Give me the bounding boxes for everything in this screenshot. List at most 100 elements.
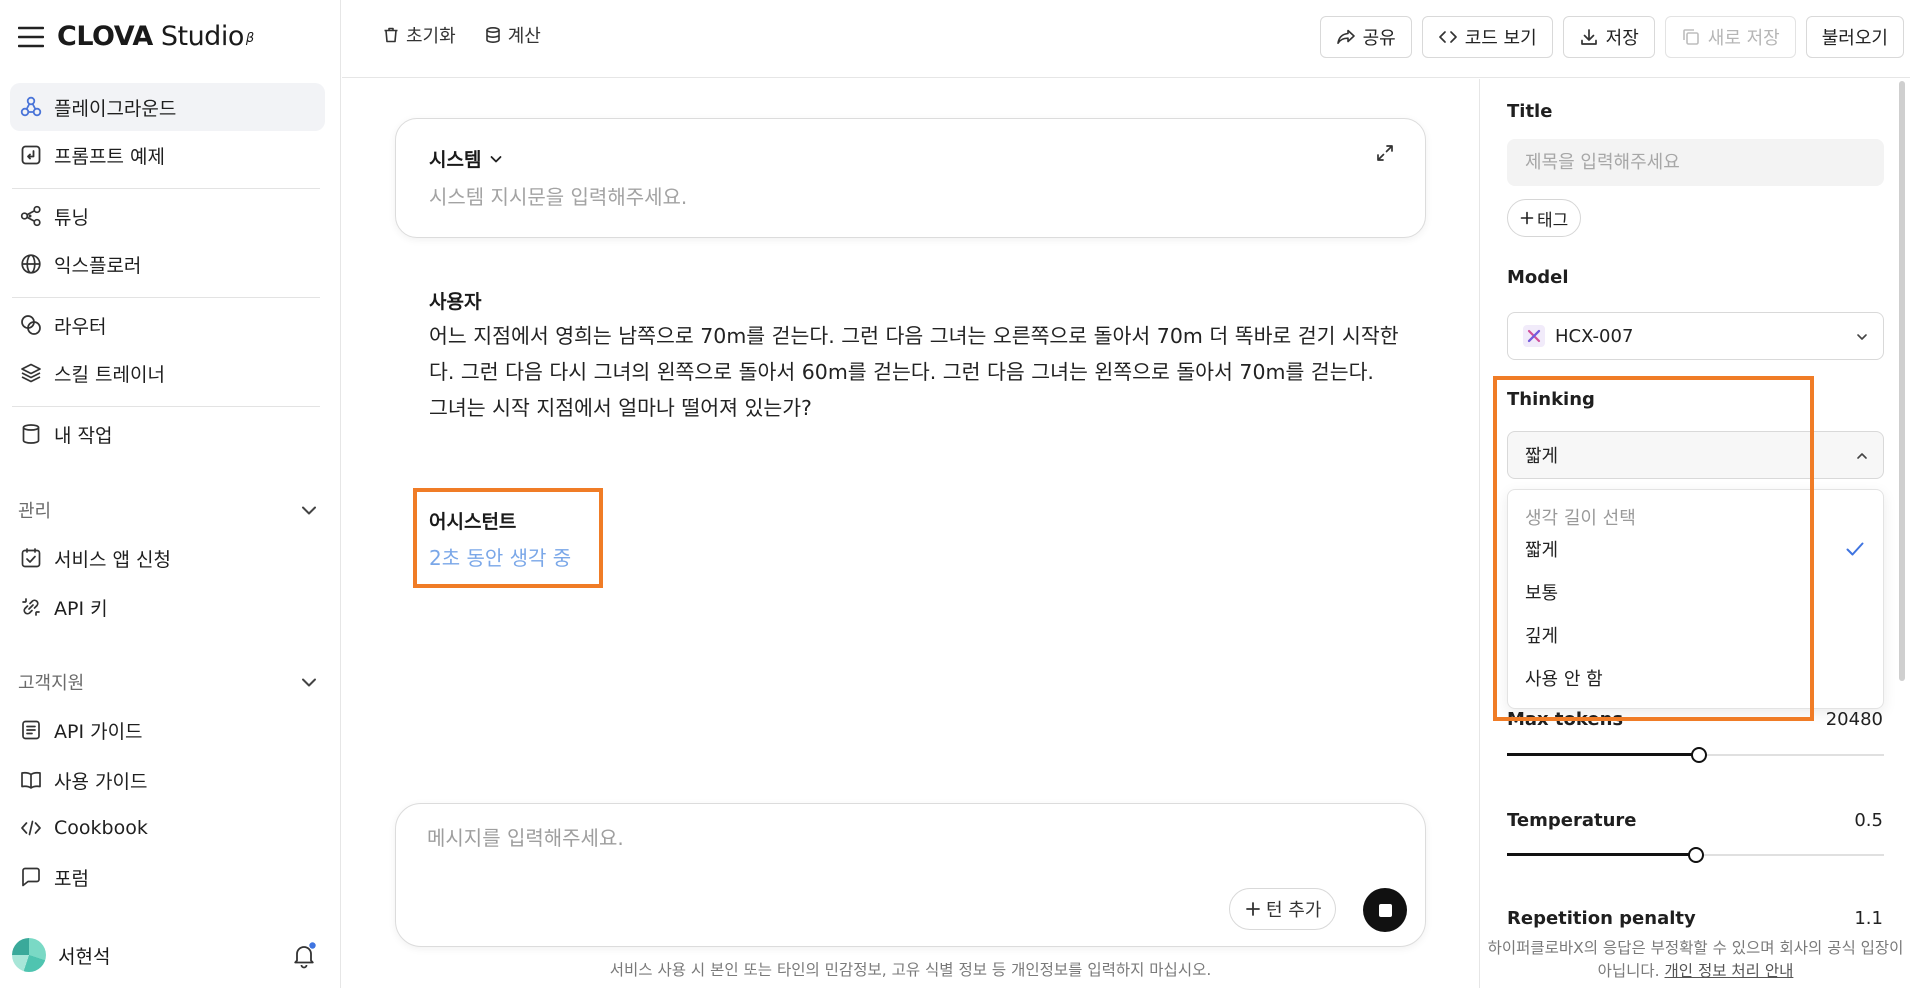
- title-label: Title: [1507, 101, 1553, 122]
- calculate-label: 계산: [507, 26, 541, 47]
- slider-fill: [1507, 853, 1696, 856]
- user-profile[interactable]: 서현석: [12, 935, 320, 975]
- title-input[interactable]: [1507, 139, 1884, 186]
- code-icon: [1438, 27, 1458, 47]
- sidebar-item-label: 포럼: [54, 867, 89, 890]
- router-icon: [20, 314, 42, 336]
- sidebar-item-prompt-examples[interactable]: 프롬프트 예제: [10, 131, 325, 179]
- sidebar-item-user-guide[interactable]: 사용 가이드: [10, 756, 325, 804]
- view-code-label: 코드 보기: [1464, 28, 1537, 49]
- slider-fill: [1507, 753, 1700, 756]
- max-tokens-slider[interactable]: [1507, 747, 1884, 763]
- system-prompt-input[interactable]: 시스템 지시문을 입력해주세요.: [429, 181, 687, 210]
- stop-icon: [1378, 903, 1392, 917]
- thinking-option-deep[interactable]: 깊게: [1508, 617, 1883, 653]
- plus-icon: [1244, 900, 1262, 918]
- chevron-down-icon: [300, 501, 318, 519]
- user-guide-icon: [20, 769, 42, 791]
- user-message-role: 사용자: [429, 291, 482, 313]
- sidebar-item-label: 튜닝: [54, 206, 89, 229]
- message-input[interactable]: [427, 826, 1327, 850]
- thinking-menu-header: 생각 길이 선택: [1525, 508, 1636, 529]
- menu-icon[interactable]: [18, 26, 44, 48]
- option-label: 사용 안 함: [1525, 669, 1603, 690]
- sidebar-item-service-app[interactable]: 서비스 앱 신청: [10, 534, 325, 582]
- check-icon: [1845, 540, 1865, 558]
- load-button[interactable]: 불러오기: [1805, 16, 1904, 58]
- user-message-text[interactable]: 어느 지점에서 영희는 남쪽으로 70m를 걷는다. 그런 다음 그녀는 오른쪽…: [429, 318, 1399, 426]
- slider-thumb[interactable]: [1691, 747, 1708, 763]
- sidebar-item-router[interactable]: 라우터: [10, 301, 325, 349]
- sidebar-item-skill-trainer[interactable]: 스킬 트레이너: [10, 349, 325, 397]
- chevron-down-icon: [300, 673, 318, 691]
- add-tag-button[interactable]: 태그: [1507, 199, 1582, 237]
- privacy-policy-link[interactable]: 개인 정보 처리 안내: [1665, 962, 1794, 980]
- sidebar-item-label: API 키: [54, 597, 108, 620]
- sidebar-item-my-work[interactable]: 내 작업: [10, 410, 325, 458]
- assistant-message-role: 어시스턴트: [429, 511, 517, 533]
- sidebar-item-label: API 가이드: [54, 720, 143, 743]
- thinking-option-off[interactable]: 사용 안 함: [1508, 660, 1883, 696]
- save-as-new-button[interactable]: 새로 저장: [1664, 16, 1796, 58]
- sidebar-item-label: 플레이그라운드: [54, 97, 177, 120]
- model-select[interactable]: HCX-007: [1507, 312, 1884, 360]
- prompt-example-icon: [20, 144, 42, 166]
- app-logo[interactable]: CLOVA Studio β: [57, 20, 254, 54]
- share-button[interactable]: 공유: [1319, 16, 1412, 58]
- slider-thumb[interactable]: [1687, 847, 1704, 863]
- share-icon: [1336, 27, 1356, 47]
- sidebar-item-playground[interactable]: 플레이그라운드: [10, 83, 325, 131]
- max-tokens-value: 20480: [1825, 709, 1883, 730]
- view-code-button[interactable]: 코드 보기: [1421, 16, 1553, 58]
- tag-label: 태그: [1537, 210, 1569, 231]
- skill-trainer-icon: [20, 362, 42, 384]
- expand-icon[interactable]: [1375, 143, 1395, 163]
- sidebar-item-api-key[interactable]: API 키: [10, 583, 325, 631]
- sidebar-item-tuning[interactable]: 튜닝: [10, 192, 325, 240]
- notification-bell-icon[interactable]: [290, 941, 318, 969]
- assistant-thinking-status[interactable]: 2초 동안 생각 중: [429, 542, 571, 571]
- max-tokens-label: Max tokens: [1507, 709, 1624, 730]
- temperature-value: 0.5: [1854, 810, 1883, 831]
- section-manage-toggle[interactable]: 관리: [18, 495, 318, 525]
- sidebar-item-explorer[interactable]: 익스플로러: [10, 240, 325, 288]
- thinking-option-normal[interactable]: 보통: [1508, 574, 1883, 610]
- system-prompt-card[interactable]: 시스템 시스템 지시문을 입력해주세요.: [395, 118, 1426, 238]
- brand-name: CLOVA: [57, 21, 153, 52]
- settings-panel: Title 태그 Model HCX-007 Thinking 짧게 생각 길이…: [1479, 79, 1910, 988]
- sidebar-item-api-guide[interactable]: API 가이드: [10, 706, 325, 754]
- sidebar-item-label: Cookbook: [54, 817, 148, 839]
- option-label: 짧게: [1525, 540, 1559, 561]
- stop-generation-button[interactable]: [1363, 888, 1407, 932]
- database-icon: [484, 26, 502, 44]
- sidebar-item-cookbook[interactable]: Cookbook: [10, 804, 325, 852]
- thinking-option-short[interactable]: 짧게: [1508, 531, 1883, 567]
- api-key-icon: [20, 596, 42, 618]
- app-root: CLOVA Studioβ 플레이그라운드 프롬프트 예제 튜닝 익스플로러: [0, 0, 1910, 988]
- sidebar-item-label: 내 작업: [54, 424, 113, 447]
- reset-button[interactable]: 초기화: [382, 22, 456, 48]
- model-disclaimer: 하이퍼클로바X의 응답은 부정확할 수 있으며 회사의 공식 입장이 아닙니다.…: [1480, 935, 1910, 988]
- privacy-disclaimer: 서비스 사용 시 본인 또는 타인의 민감정보, 고유 식별 정보 등 개인정보…: [609, 961, 1212, 979]
- sidebar-item-label: 서비스 앱 신청: [54, 548, 171, 571]
- load-label: 불러오기: [1821, 28, 1888, 49]
- sidebar-divider: [12, 406, 320, 407]
- api-guide-icon: [20, 719, 42, 741]
- save-label: 저장: [1605, 28, 1639, 49]
- thinking-dropdown-menu: 생각 길이 선택 짧게 보통 깊게 사용 안 함: [1507, 489, 1884, 709]
- thinking-select[interactable]: 짧게: [1507, 431, 1884, 479]
- calculate-button[interactable]: 계산: [484, 22, 541, 48]
- temperature-slider[interactable]: [1507, 847, 1884, 863]
- repetition-penalty-value: 1.1: [1854, 908, 1883, 929]
- add-turn-button[interactable]: 턴 추가: [1229, 888, 1337, 930]
- user-name: 서현석: [58, 945, 111, 968]
- code-icon: [20, 817, 42, 839]
- system-role-toggle[interactable]: 시스템: [429, 145, 503, 172]
- sidebar-item-forum[interactable]: 포럼: [10, 853, 325, 901]
- section-support-toggle[interactable]: 고객지원: [18, 667, 318, 697]
- settings-scrollbar[interactable]: [1899, 81, 1905, 681]
- avatar: [12, 938, 46, 972]
- sidebar: CLOVA Studioβ 플레이그라운드 프롬프트 예제 튜닝 익스플로러: [0, 0, 341, 988]
- top-toolbar: 초기화 계산 공유 코드 보기 저장 새로 저장 불러오기: [342, 0, 1910, 78]
- save-button[interactable]: 저장: [1562, 16, 1655, 58]
